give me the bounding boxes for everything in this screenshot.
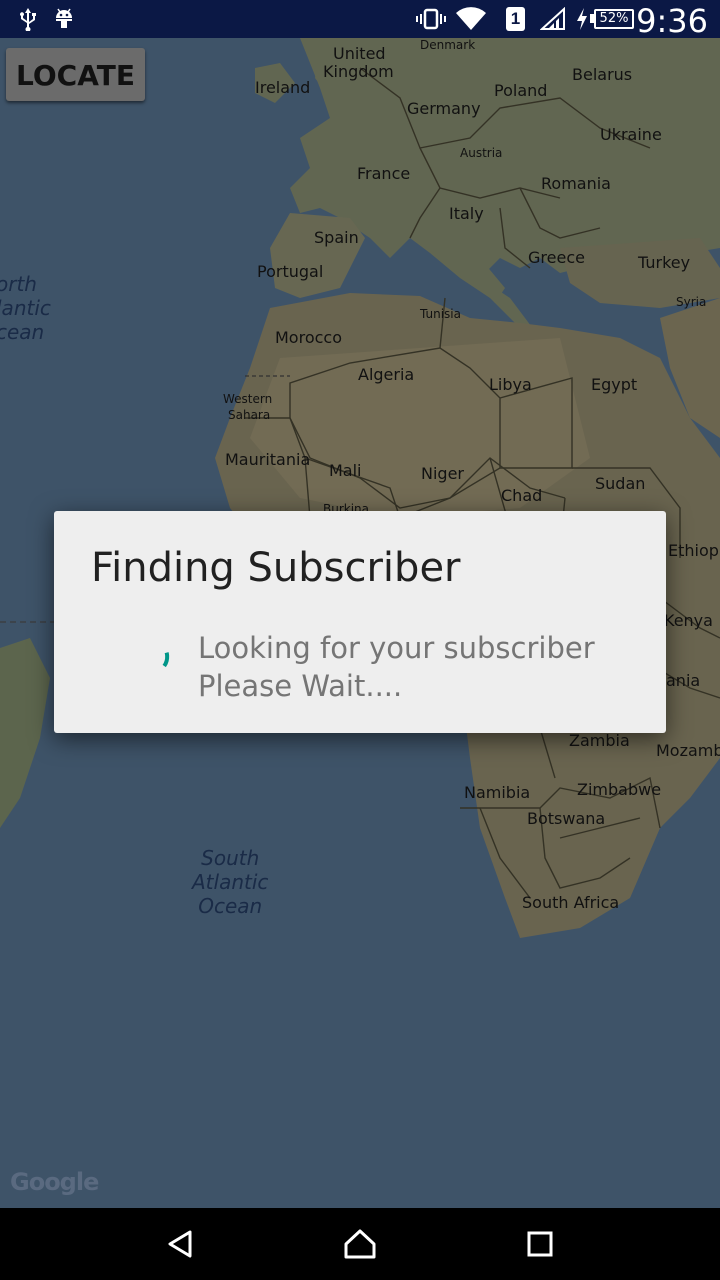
- dialog-message-line2: Please Wait....: [198, 669, 403, 703]
- recents-icon[interactable]: [520, 1226, 560, 1262]
- android-debug-icon: [52, 0, 76, 38]
- navigation-bar: [0, 1208, 720, 1280]
- usb-icon: [14, 0, 42, 38]
- vibrate-icon: [416, 0, 446, 38]
- charging-icon: [574, 0, 590, 38]
- dialog-title: Finding Subscriber: [91, 545, 461, 591]
- home-icon[interactable]: [340, 1226, 380, 1262]
- dialog-message-line1: Looking for your subscriber: [198, 631, 595, 665]
- dialog-message: Looking for your subscriber Please Wait.…: [198, 629, 595, 705]
- wifi-icon: [455, 0, 487, 38]
- sim-icon: 1: [506, 7, 525, 31]
- progress-dialog: Finding Subscriber Looking for your subs…: [54, 511, 666, 733]
- signal-icon: [540, 0, 566, 38]
- status-bar: 1 52% 9:36: [0, 0, 720, 40]
- clock: 9:36: [636, 2, 708, 40]
- google-logo: Google: [10, 1168, 99, 1196]
- back-icon[interactable]: [160, 1226, 200, 1262]
- locate-button[interactable]: LOCATE: [6, 48, 145, 101]
- battery-icon: 52%: [594, 9, 634, 29]
- progress-spinner-icon: [153, 639, 170, 674]
